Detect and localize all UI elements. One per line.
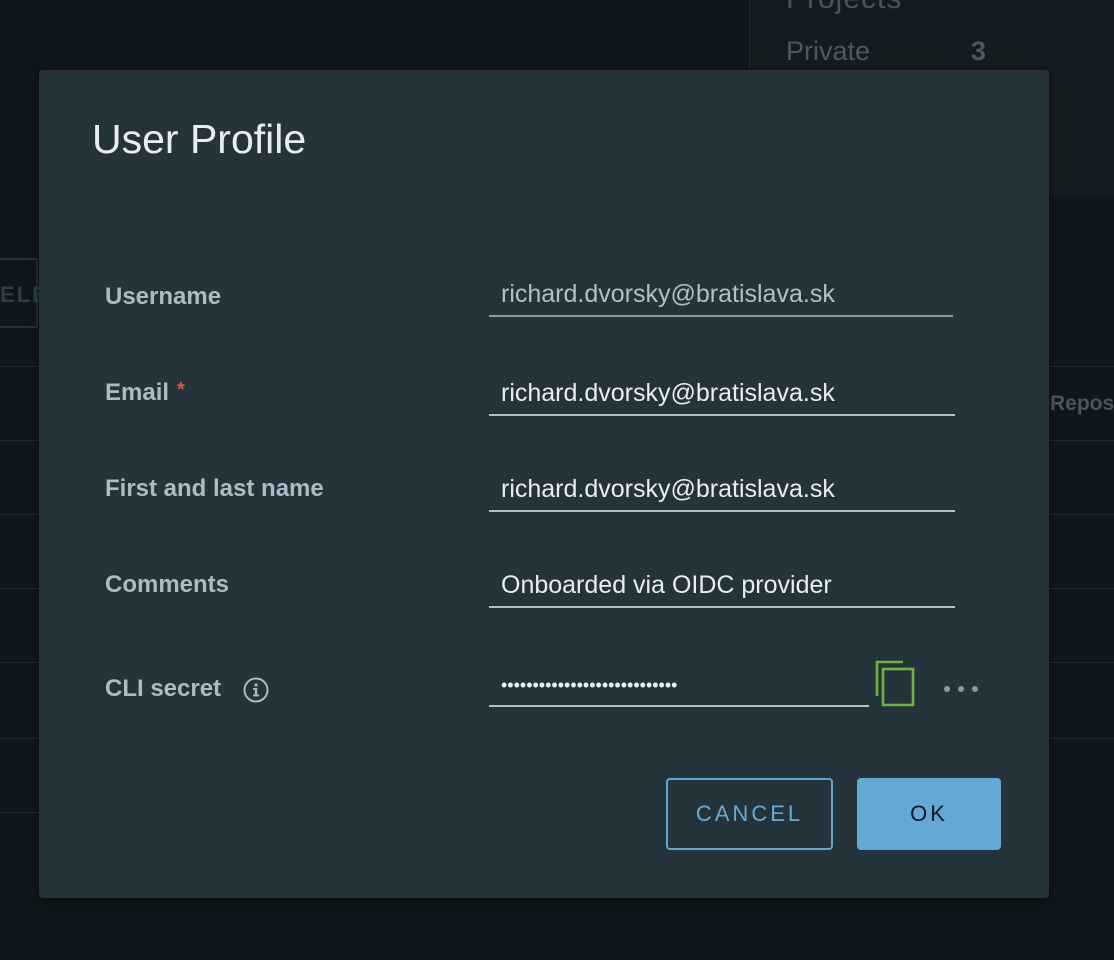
email-field[interactable] [489, 376, 955, 416]
background-divider [1049, 440, 1114, 441]
email-label: Email * [105, 379, 185, 407]
background-divider [0, 812, 40, 813]
background-card-value: 3 [971, 36, 987, 66]
background-divider [1049, 366, 1114, 367]
background-divider [1049, 514, 1114, 515]
background-divider [0, 440, 40, 441]
username-field[interactable] [489, 277, 953, 317]
dialog-title: User Profile [92, 116, 307, 162]
comments-label: Comments [105, 571, 230, 598]
background-divider [0, 514, 40, 515]
background-card-title: Projects [786, 0, 902, 16]
username-label: Username [105, 283, 222, 310]
more-options-icon[interactable] [941, 674, 981, 704]
background-card-label: Private [786, 36, 871, 66]
email-label-text: Email [105, 379, 170, 406]
copy-icon[interactable] [875, 660, 917, 708]
background-divider [1049, 662, 1114, 663]
background-divider [0, 588, 40, 589]
user-profile-dialog: User Profile Username Email * First and l… [39, 70, 1049, 898]
cancel-button[interactable]: CANCEL [666, 778, 833, 850]
fullname-label: First and last name [105, 475, 324, 502]
cli-secret-label: CLI secret [105, 675, 222, 702]
cli-secret-field[interactable]: •••••••••••••••••••••••••••• [489, 667, 869, 707]
comments-field[interactable] [489, 568, 955, 608]
background-divider [1049, 588, 1114, 589]
background-divider [0, 738, 40, 739]
background-divider [1049, 738, 1114, 739]
required-indicator: * [177, 379, 185, 401]
background-column-header: Reposito [1050, 392, 1114, 415]
ok-button[interactable]: OK [857, 778, 1001, 850]
background-divider [0, 366, 40, 367]
fullname-field[interactable] [489, 472, 955, 512]
background-divider [0, 662, 40, 663]
info-icon[interactable] [243, 677, 269, 703]
